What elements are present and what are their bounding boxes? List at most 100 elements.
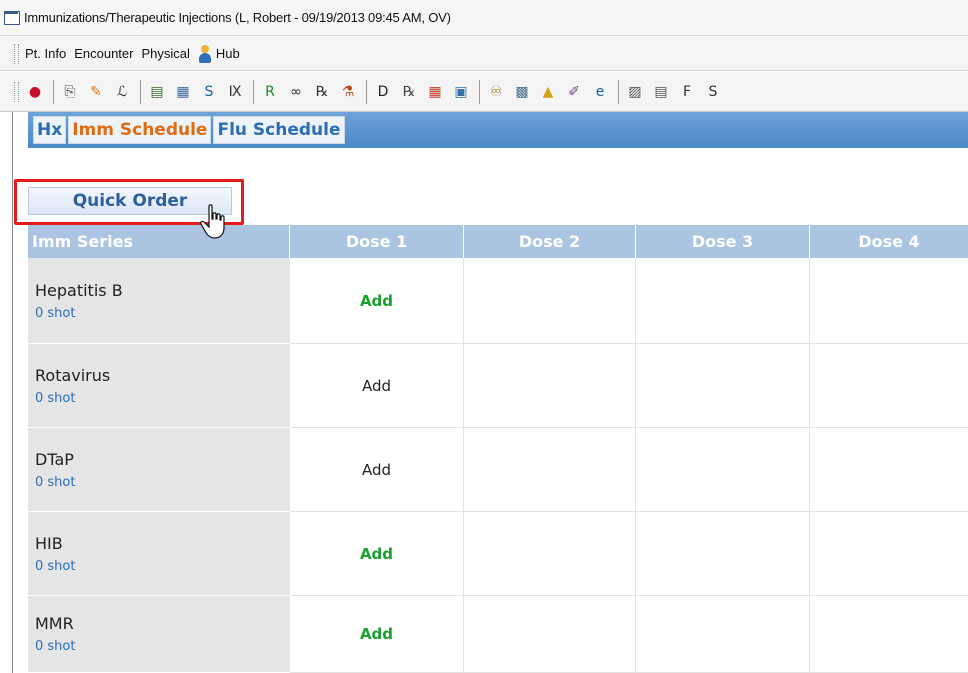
header-imm-series[interactable]: Imm Series	[28, 225, 290, 258]
r-icon[interactable]: R	[260, 82, 280, 102]
sign-icon[interactable]: ℒ	[112, 82, 132, 102]
series-name: MMR	[35, 614, 74, 633]
table-row: Rotavirus 0 shot Add	[28, 344, 968, 428]
dx-icon[interactable]: D	[373, 82, 393, 102]
ix-icon[interactable]: Ⅸ	[225, 82, 245, 102]
imm-schedule-grid: Imm Series Dose 1 Dose 2 Dose 3 Dose 4 H…	[28, 225, 968, 673]
series-name: Rotavirus	[35, 365, 111, 385]
grid-header: Imm Series Dose 1 Dose 2 Dose 3 Dose 4	[28, 225, 968, 258]
menu-hub[interactable]: Hub	[198, 44, 240, 63]
lab-icon[interactable]: ⚗	[338, 82, 358, 102]
series-shot-count[interactable]: 0 shot	[35, 639, 290, 654]
series-cell: Rotavirus 0 shot	[28, 344, 290, 428]
dose-2-cell	[464, 428, 636, 512]
fm-icon[interactable]: F	[677, 82, 697, 102]
toolbar-separator	[140, 79, 141, 104]
tab-strip: Hx Imm Schedule Flu Schedule	[28, 112, 968, 148]
menu-bar: Pt. Info Encounter Physical Hub	[0, 37, 968, 71]
add-dose-button[interactable]: Add	[360, 292, 393, 310]
window-title: Immunizations/Therapeutic Injections (L,…	[24, 10, 451, 25]
toolbar-separator	[253, 79, 254, 104]
series-shot-count[interactable]: 0 shot	[35, 475, 290, 490]
print-icon[interactable]: ▩	[512, 82, 532, 102]
add-dose-button[interactable]: Add	[360, 545, 393, 563]
add-dose-button[interactable]: Add	[362, 377, 391, 395]
quick-order-strip	[28, 148, 968, 178]
toolbar-separator	[53, 79, 54, 104]
menu-pt-info[interactable]: Pt. Info	[25, 46, 66, 61]
toolbar-separator	[366, 79, 367, 104]
series-cell: Hepatitis B 0 shot	[28, 258, 290, 344]
menu-physical[interactable]: Physical	[141, 46, 189, 61]
left-border	[12, 112, 13, 673]
dose-1-cell: Add	[290, 428, 464, 512]
menu-encounter[interactable]: Encounter	[74, 46, 133, 61]
dose-4-cell	[810, 258, 968, 344]
header-dose-4[interactable]: Dose 4	[810, 225, 968, 258]
header-dose-3[interactable]: Dose 3	[636, 225, 810, 258]
tab-imm-schedule[interactable]: Imm Schedule	[68, 116, 212, 144]
binoculars-icon[interactable]: ♾	[486, 82, 506, 102]
series-name: DTaP	[35, 449, 74, 469]
dose-3-cell	[636, 596, 810, 673]
dose-3-cell	[636, 258, 810, 344]
dose-2-cell	[464, 512, 636, 596]
series-shot-count[interactable]: 0 shot	[35, 306, 290, 321]
tab-hx[interactable]: Hx	[33, 116, 67, 144]
dose-2-cell	[464, 344, 636, 428]
dose-1-cell: Add	[290, 344, 464, 428]
series-shot-count[interactable]: 0 shot	[35, 559, 290, 574]
glasses-icon[interactable]: ∞	[286, 82, 306, 102]
dose-3-cell	[636, 344, 810, 428]
syringe-icon[interactable]: ✎	[86, 82, 106, 102]
alert-icon[interactable]: ●	[25, 82, 45, 102]
dose-4-cell	[810, 428, 968, 512]
rx-icon[interactable]: ℞	[399, 82, 419, 102]
dose-3-cell	[636, 512, 810, 596]
dose-2-cell	[464, 258, 636, 344]
calendar-icon[interactable]: ▦	[425, 82, 445, 102]
series-cell: HIB 0 shot	[28, 512, 290, 596]
copy-icon[interactable]: ⎘	[60, 82, 80, 102]
header-dose-2[interactable]: Dose 2	[464, 225, 636, 258]
dose-1-cell: Add	[290, 512, 464, 596]
hand-cursor-icon	[200, 204, 225, 239]
title-bar: Immunizations/Therapeutic Injections (L,…	[0, 0, 968, 36]
menu-hub-label: Hub	[215, 46, 240, 61]
table-row: Hepatitis B 0 shot Add	[28, 258, 968, 344]
toolbar: ● ⎘ ✎ ℒ ▤ ▦ S Ⅸ R ∞ ℞ ⚗ D ℞ ▦ ▣ ♾ ▩ ▲ ✐ e ▨ ▤ F S	[0, 72, 968, 112]
dose-3-cell	[636, 428, 810, 512]
toolbar-grip	[14, 81, 19, 102]
header-dose-1[interactable]: Dose 1	[290, 225, 464, 258]
doc-icon[interactable]: ▨	[625, 82, 645, 102]
table-row: MMR 0 shot Add	[28, 596, 968, 673]
se-icon[interactable]: S	[703, 82, 723, 102]
dose-4-cell	[810, 344, 968, 428]
s-icon[interactable]: S	[199, 82, 219, 102]
series-name: Hepatitis B	[35, 280, 123, 300]
person-icon	[198, 44, 212, 63]
table-row: HIB 0 shot Add	[28, 512, 968, 596]
re-icon[interactable]: ℞	[312, 82, 332, 102]
series-shot-count[interactable]: 0 shot	[35, 391, 290, 406]
toolbar-separator	[479, 79, 480, 104]
dose-4-cell	[810, 512, 968, 596]
imaging-icon[interactable]: ▣	[451, 82, 471, 102]
pen-icon[interactable]: ✐	[564, 82, 584, 102]
note-icon[interactable]: ▤	[147, 82, 167, 102]
add-dose-button[interactable]: Add	[360, 625, 393, 643]
dose-4-cell	[810, 596, 968, 673]
dose-1-cell: Add	[290, 258, 464, 344]
add-dose-button[interactable]: Add	[362, 461, 391, 479]
bell-icon[interactable]: ▲	[538, 82, 558, 102]
tab-flu-schedule[interactable]: Flu Schedule	[213, 116, 345, 144]
browser-icon[interactable]: e	[590, 82, 610, 102]
window-icon	[4, 10, 20, 25]
dose-2-cell	[464, 596, 636, 673]
dose-1-cell: Add	[290, 596, 464, 673]
series-name: HIB	[35, 533, 63, 553]
form-icon[interactable]: ▤	[651, 82, 671, 102]
family-icon[interactable]: ▦	[173, 82, 193, 102]
series-cell: DTaP 0 shot	[28, 428, 290, 512]
table-row: DTaP 0 shot Add	[28, 428, 968, 512]
